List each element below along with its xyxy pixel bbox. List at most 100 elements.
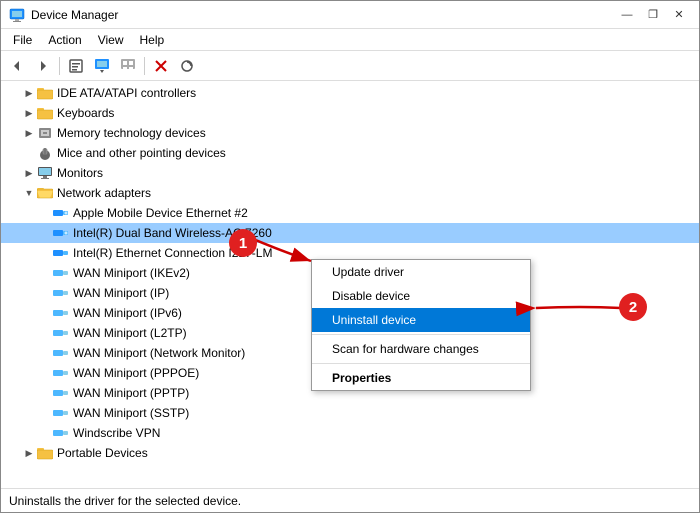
network-icon-apple [53, 205, 69, 221]
show-hidden-button[interactable] [116, 54, 140, 78]
toolbar [1, 51, 699, 81]
folder-icon-keyboards [37, 105, 53, 121]
monitor-icon [37, 165, 53, 181]
menu-action[interactable]: Action [40, 31, 89, 49]
ctx-disable-device[interactable]: Disable device [312, 284, 530, 308]
network-icon-intel-eth [53, 245, 69, 261]
context-menu: Update driver Disable device Uninstall d… [311, 259, 531, 391]
wan-icon-netmon [53, 345, 69, 361]
folder-icon-ide [37, 85, 53, 101]
ctx-properties[interactable]: Properties [312, 366, 530, 390]
ctx-update-driver[interactable]: Update driver [312, 260, 530, 284]
tree-label-windscribe: Windscribe VPN [73, 426, 160, 440]
tree-label-wan-pptp: WAN Miniport (PPTP) [73, 386, 189, 400]
main-area: ▶ IDE ATA/ATAPI controllers ▶ Keyboards … [1, 81, 699, 488]
properties-button[interactable] [64, 54, 88, 78]
spacer-wan-pptp [37, 385, 53, 401]
tree-item-mice[interactable]: Mice and other pointing devices [1, 143, 699, 163]
tree-label-ide: IDE ATA/ATAPI controllers [57, 86, 196, 100]
tree-label-keyboards: Keyboards [57, 106, 114, 120]
tree-label-wan-pppoe: WAN Miniport (PPPOE) [73, 366, 199, 380]
tree-item-keyboards[interactable]: ▶ Keyboards [1, 103, 699, 123]
tree-label-portable: Portable Devices [57, 446, 148, 460]
restore-button[interactable]: ❐ [641, 5, 665, 25]
spacer-wan-pppoe [37, 365, 53, 381]
expand-arrow-ide[interactable]: ▶ [21, 85, 37, 101]
tree-label-wan-ipv6: WAN Miniport (IPv6) [73, 306, 182, 320]
tree-item-intel-wifi[interactable]: Intel(R) Dual Band Wireless-AC 7260 [1, 223, 699, 243]
expand-arrow-memory[interactable]: ▶ [21, 125, 37, 141]
expand-arrow-network[interactable]: ▼ [21, 185, 37, 201]
wan-icon-pptp [53, 385, 69, 401]
expand-arrow-monitors[interactable]: ▶ [21, 165, 37, 181]
wan-icon-ip [53, 285, 69, 301]
tree-label-apple: Apple Mobile Device Ethernet #2 [73, 206, 248, 220]
wan-icon-ipv6 [53, 305, 69, 321]
expand-arrow-keyboards[interactable]: ▶ [21, 105, 37, 121]
minimize-button[interactable]: — [615, 5, 639, 25]
spacer-intel-eth [37, 245, 53, 261]
tree-label-network: Network adapters [57, 186, 151, 200]
expand-arrow-portable[interactable]: ▶ [21, 445, 37, 461]
folder-icon-portable [37, 445, 53, 461]
tree-label-wan-netmon: WAN Miniport (Network Monitor) [73, 346, 245, 360]
tree-item-windscribe[interactable]: Windscribe VPN [1, 423, 699, 443]
tree-item-monitors[interactable]: ▶ Monitors [1, 163, 699, 183]
ctx-separator [312, 334, 530, 335]
ctx-uninstall-device[interactable]: Uninstall device [312, 308, 530, 332]
title-bar: Device Manager — ❐ ✕ [1, 1, 699, 29]
tree-label-wan-sstp: WAN Miniport (SSTP) [73, 406, 189, 420]
mouse-icon-mice [37, 145, 53, 161]
spacer-intel-wifi [37, 225, 53, 241]
wan-icon-pppoe [53, 365, 69, 381]
spacer-wan-l2tp [37, 325, 53, 341]
window-title: Device Manager [31, 8, 118, 22]
device-tree[interactable]: ▶ IDE ATA/ATAPI controllers ▶ Keyboards … [1, 81, 699, 488]
tree-item-memory[interactable]: ▶ Memory technology devices [1, 123, 699, 143]
menu-view[interactable]: View [90, 31, 132, 49]
wan-icon-windscribe [53, 425, 69, 441]
folder-open-icon-network [37, 185, 53, 201]
toolbar-separator-1 [59, 57, 60, 75]
spacer-wan-sstp [37, 405, 53, 421]
forward-button[interactable] [31, 54, 55, 78]
status-bar: Uninstalls the driver for the selected d… [1, 488, 699, 512]
menu-help[interactable]: Help [132, 31, 173, 49]
spacer-wan-ikev2 [37, 265, 53, 281]
menu-bar: File Action View Help [1, 29, 699, 51]
tree-label-wan-ikev2: WAN Miniport (IKEv2) [73, 266, 190, 280]
ctx-scan-hardware[interactable]: Scan for hardware changes [312, 337, 530, 361]
status-text: Uninstalls the driver for the selected d… [9, 494, 241, 508]
tree-label-wan-l2tp: WAN Miniport (L2TP) [73, 326, 187, 340]
wan-icon-sstp [53, 405, 69, 421]
tree-label-memory: Memory technology devices [57, 126, 206, 140]
toolbar-separator-2 [144, 57, 145, 75]
app-icon [9, 7, 25, 23]
ctx-separator-2 [312, 363, 530, 364]
spacer-apple [37, 205, 53, 221]
spacer-windscribe [37, 425, 53, 441]
title-bar-left: Device Manager [9, 7, 118, 23]
uninstall-button[interactable] [149, 54, 173, 78]
device-manager-window: Device Manager — ❐ ✕ File Action View He… [0, 0, 700, 513]
wan-icon-l2tp [53, 325, 69, 341]
title-bar-buttons: — ❐ ✕ [615, 5, 691, 25]
back-button[interactable] [5, 54, 29, 78]
tree-item-apple[interactable]: Apple Mobile Device Ethernet #2 [1, 203, 699, 223]
expand-arrow-mice[interactable] [21, 145, 37, 161]
spacer-wan-ip [37, 285, 53, 301]
menu-file[interactable]: File [5, 31, 40, 49]
close-button[interactable]: ✕ [667, 5, 691, 25]
spacer-wan-netmon [37, 345, 53, 361]
chip-icon-memory [37, 125, 53, 141]
tree-item-ide[interactable]: ▶ IDE ATA/ATAPI controllers [1, 83, 699, 103]
tree-item-portable[interactable]: ▶ Portable Devices [1, 443, 699, 463]
tree-item-wan-sstp[interactable]: WAN Miniport (SSTP) [1, 403, 699, 423]
wan-icon-ikev2 [53, 265, 69, 281]
tree-item-network[interactable]: ▼ Network adapters [1, 183, 699, 203]
update-driver-button[interactable] [90, 54, 114, 78]
tree-label-monitors: Monitors [57, 166, 103, 180]
scan-changes-button[interactable] [175, 54, 199, 78]
network-icon-intel-wifi [53, 225, 69, 241]
annotation-2: 2 [619, 293, 647, 321]
